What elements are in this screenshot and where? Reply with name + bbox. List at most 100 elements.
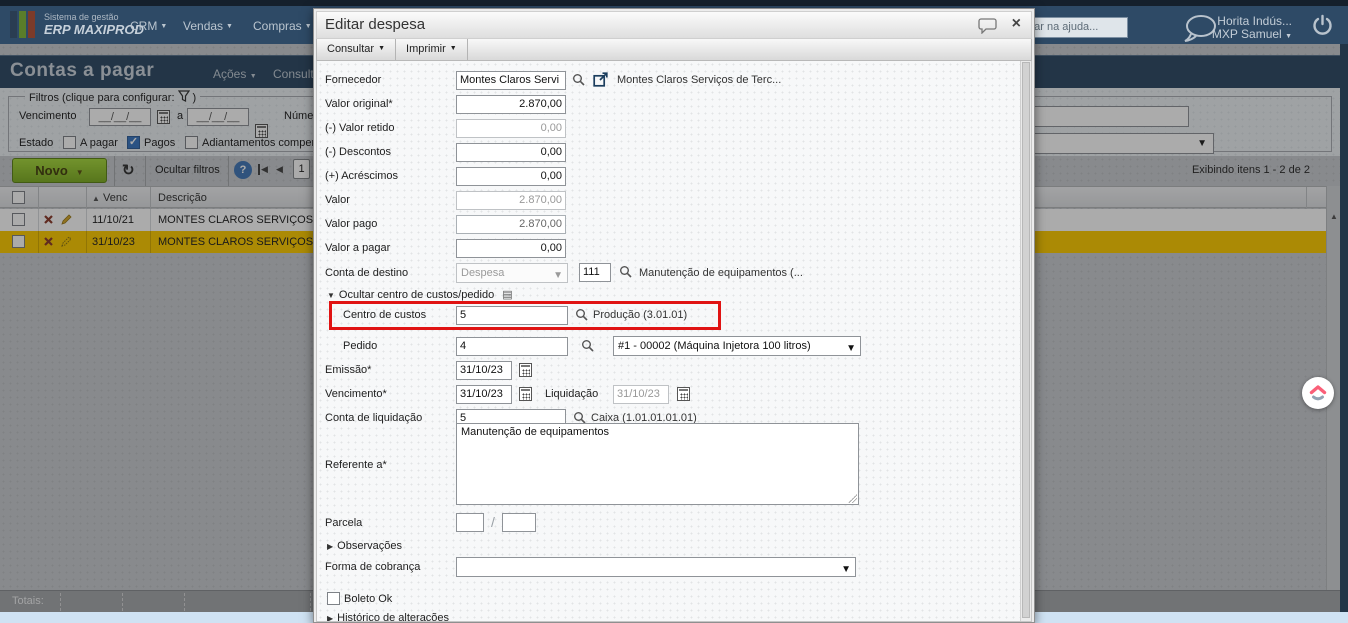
comment-bubble-icon[interactable] <box>978 18 997 39</box>
delete-row-icon[interactable] <box>44 215 53 227</box>
toggle-historico-group[interactable]: ▶ Histórico de alterações <box>327 612 449 621</box>
valor-input[interactable]: 2.870,00 <box>456 191 566 210</box>
emissao-label: Emissão* <box>325 364 372 376</box>
modal-imprimir-button[interactable]: Imprimir ▼ <box>396 39 468 60</box>
calendar-icon[interactable] <box>677 387 690 401</box>
valor-original-label: Valor original* <box>325 98 393 110</box>
chevron-down-icon: ▼ <box>304 23 312 30</box>
cell-venc: 11/10/21 <box>92 214 135 226</box>
fornecedor-link[interactable]: Montes Claros Serviços de Terc... <box>617 74 781 86</box>
centro-custos-input[interactable]: 5 <box>456 306 568 325</box>
modal-consultar-button[interactable]: Consultar ▼ <box>317 39 397 60</box>
valor-pago-label: Valor pago <box>325 218 378 230</box>
row-checkbox[interactable] <box>12 213 25 226</box>
delete-row-icon[interactable] <box>44 237 53 249</box>
pedido-select[interactable]: #1 - 00002 (Máquina Injetora 100 litros)… <box>613 336 861 356</box>
search-icon[interactable] <box>575 308 588 326</box>
support-chat-widget[interactable] <box>1302 377 1334 409</box>
chevron-down-icon: ▼ <box>378 45 386 52</box>
list-icon: ▤ <box>502 289 513 301</box>
estado-filter-label: Estado <box>19 137 54 149</box>
calendar-icon[interactable] <box>255 124 268 138</box>
account-info[interactable]: Horita Indús... MXP Samuel ▼ <box>1182 15 1292 43</box>
totais-separator <box>60 593 61 611</box>
page-first-icon[interactable]: ◀ <box>258 164 268 175</box>
chevron-down-icon: ▼ <box>75 168 84 177</box>
parcela-total-input[interactable] <box>502 513 536 532</box>
menu-compras[interactable]: Compras ▼ <box>253 19 312 33</box>
acrescimos-input[interactable]: 0,00 <box>456 167 566 186</box>
filter-funnel-icon <box>177 90 190 105</box>
menu-crm[interactable]: CRM ▼ <box>130 19 167 33</box>
chevron-up-logo-icon <box>1309 385 1327 401</box>
vencimento-input[interactable]: 31/10/23 <box>456 385 512 404</box>
modal-scrollbar[interactable] <box>1020 61 1031 621</box>
valor-a-pagar-input[interactable]: 0,00 <box>456 239 566 258</box>
checkbox-pagos[interactable]: ✓ <box>127 136 140 149</box>
search-icon[interactable] <box>619 265 632 283</box>
search-icon[interactable] <box>581 339 594 357</box>
menu-acoes[interactable]: Ações ▼ <box>213 67 257 81</box>
toggle-centro-custos-group[interactable]: ▼ Ocultar centro de custos/pedido ▤ <box>327 288 513 301</box>
calendar-icon[interactable] <box>157 110 170 124</box>
search-icon[interactable] <box>572 73 585 91</box>
vencimento-to-input[interactable]: __/__/__ <box>187 108 249 126</box>
column-separator <box>1306 187 1307 209</box>
edit-pencil-icon[interactable] <box>60 213 73 229</box>
parcela-label: Parcela <box>325 517 363 529</box>
forma-cobranca-select[interactable]: ▼ <box>456 557 856 577</box>
toolbar-separator <box>145 156 146 186</box>
select-all-checkbox[interactable] <box>12 191 25 204</box>
sort-asc-icon: ▲ <box>92 194 100 203</box>
liquidacao-label: Liquidação <box>545 388 599 400</box>
close-icon[interactable]: × <box>1012 15 1021 33</box>
column-descricao[interactable]: Descrição <box>158 192 207 204</box>
help-icon[interactable]: ? <box>234 161 252 179</box>
totais-separator <box>184 593 185 611</box>
pedido-input[interactable]: 4 <box>456 337 568 356</box>
modal-toolbar: Consultar ▼ Imprimir ▼ <box>316 39 1032 61</box>
modal-titlebar[interactable]: Editar despesa × <box>316 11 1032 39</box>
emissao-input[interactable]: 31/10/23 <box>456 361 512 380</box>
vencimento-from-input[interactable]: __/__/__ <box>89 108 151 126</box>
vencimento-filter-label: Vencimento <box>19 110 77 122</box>
conta-destino-codigo-input[interactable]: 111 <box>579 263 611 282</box>
fornecedor-input[interactable]: Montes Claros Servi <box>456 71 566 90</box>
checkbox-adiantamentos[interactable] <box>185 136 198 149</box>
boleto-ok-label: Boleto Ok <box>344 593 393 605</box>
row-checkbox[interactable] <box>12 235 25 248</box>
liquidacao-input[interactable]: 31/10/23 <box>613 385 669 404</box>
parcela-num-input[interactable] <box>456 513 484 532</box>
toggle-observacoes-group[interactable]: ▶ Observações <box>327 540 402 552</box>
chevron-down-icon: ▼ <box>249 73 257 80</box>
page-right-edge <box>1340 44 1348 612</box>
valor-original-input[interactable]: 2.870,00 <box>456 95 566 114</box>
novo-button[interactable]: Novo ▼ <box>12 158 107 183</box>
resize-handle[interactable] <box>848 494 857 503</box>
descontos-input[interactable]: 0,00 <box>456 143 566 162</box>
boleto-ok-checkbox[interactable] <box>327 592 340 605</box>
page-prev-icon[interactable]: ◀ <box>276 164 283 175</box>
power-icon[interactable] <box>1311 14 1334 42</box>
checkbox-a-pagar[interactable] <box>63 136 76 149</box>
conta-destino-descricao: Manutenção de equipamentos (... <box>639 267 803 279</box>
valor-retido-input[interactable]: 0,00 <box>456 119 566 138</box>
chevron-down-icon: ▼ <box>226 23 233 30</box>
scroll-up-icon[interactable]: ▲ <box>1329 212 1339 221</box>
column-venc[interactable]: ▲ Venc <box>92 192 127 204</box>
calendar-icon[interactable] <box>519 363 532 377</box>
ocultar-filtros-button[interactable]: Ocultar filtros <box>155 164 220 176</box>
menu-vendas[interactable]: Vendas ▼ <box>183 19 233 33</box>
page-current-box[interactable]: 1 <box>293 159 310 179</box>
external-link-icon[interactable] <box>593 72 608 92</box>
conta-destino-tipo-select[interactable]: Despesa ▼ <box>456 263 568 283</box>
filters-legend[interactable]: Filtros (clique para configurar: ) <box>25 90 201 105</box>
triangle-collapsed-icon: ▶ <box>327 542 334 551</box>
referente-textarea[interactable]: Manutenção de equipamentos <box>456 423 859 505</box>
calendar-icon[interactable] <box>519 387 532 401</box>
refresh-icon[interactable]: ↻ <box>122 161 135 179</box>
valor-pago-input[interactable]: 2.870,00 <box>456 215 566 234</box>
edit-pencil-icon[interactable] <box>60 235 73 251</box>
pedido-label: Pedido <box>343 340 378 352</box>
page-title: Contas a pagar <box>10 60 155 81</box>
